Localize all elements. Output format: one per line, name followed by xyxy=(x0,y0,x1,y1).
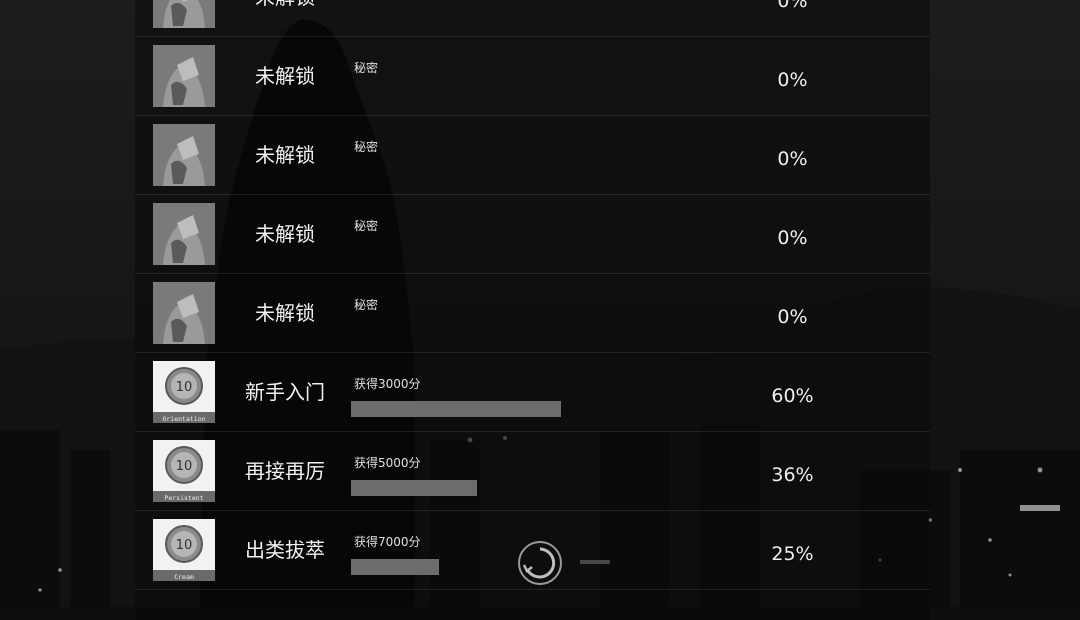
achievement-name: 未解锁 xyxy=(255,143,315,167)
achievement-percent: 0% xyxy=(777,0,808,12)
achievement-desc: 获得3000分 xyxy=(354,377,421,391)
achievement-percent: 25% xyxy=(771,543,814,565)
achievement-desc: 秘密 xyxy=(354,61,379,75)
achievement-percent: 0% xyxy=(777,148,808,170)
badge-number: 10 xyxy=(176,459,193,474)
achievement-desc: 获得5000分 xyxy=(354,456,421,470)
achievement-row[interactable]: 未解锁 秘密 0% xyxy=(135,195,930,274)
achievement-name: 出类拔萃 xyxy=(245,538,325,562)
locked-anime-icon xyxy=(153,203,215,265)
achievement-row[interactable]: 10 Orientation 新手入门 获得3000分 60% xyxy=(135,353,930,432)
achievement-percent: 36% xyxy=(771,464,814,486)
progress-bar xyxy=(351,401,561,417)
achievement-desc: 秘密 xyxy=(354,219,379,233)
coin-badge-icon: 10 Orientation xyxy=(153,361,215,423)
achievement-percent: 0% xyxy=(777,227,808,249)
locked-anime-icon xyxy=(153,0,215,28)
progress-bar xyxy=(351,480,561,496)
achievement-name: 新手入门 xyxy=(245,380,325,404)
coin-badge-icon: 10 Persistent xyxy=(153,440,215,502)
achievement-row[interactable]: 10 Persistent 再接再厉 获得5000分 36% xyxy=(135,432,930,511)
achievement-row[interactable]: 未解锁 秘密 0% xyxy=(135,274,930,353)
achievement-row[interactable]: 未解锁 秘密 0% xyxy=(135,37,930,116)
progress-bar-fill xyxy=(351,401,561,417)
badge-caption: Cream xyxy=(174,573,194,581)
achievement-percent: 0% xyxy=(777,69,808,91)
badge-caption: Persistent xyxy=(164,494,203,502)
achievement-name: 未解锁 xyxy=(255,301,315,325)
loading-spinner-icon xyxy=(518,541,562,585)
badge-caption: Orientation xyxy=(162,415,205,423)
achievement-name: 未解锁 xyxy=(235,0,335,37)
locked-anime-icon xyxy=(153,45,215,107)
achievement-percent: 60% xyxy=(771,385,814,407)
badge-number: 10 xyxy=(176,380,193,395)
progress-bar-fill xyxy=(351,480,477,496)
achievement-name: 未解锁 xyxy=(255,222,315,246)
badge-number: 10 xyxy=(176,538,193,553)
coin-badge-icon: 10 Cream xyxy=(153,519,215,581)
achievement-row[interactable]: 未解锁 0% xyxy=(135,0,930,37)
achievement-row[interactable]: 未解锁 秘密 0% xyxy=(135,116,930,195)
achievement-desc: 秘密 xyxy=(354,298,379,312)
achievement-desc: 秘密 xyxy=(354,140,379,154)
locked-anime-icon xyxy=(153,282,215,344)
achievement-desc: 获得7000分 xyxy=(354,535,421,549)
achievement-percent: 0% xyxy=(777,306,808,328)
achievement-name: 未解锁 xyxy=(255,64,315,88)
achievement-name: 再接再厉 xyxy=(245,459,325,483)
progress-bar-fill xyxy=(351,559,440,575)
locked-anime-icon xyxy=(153,124,215,186)
